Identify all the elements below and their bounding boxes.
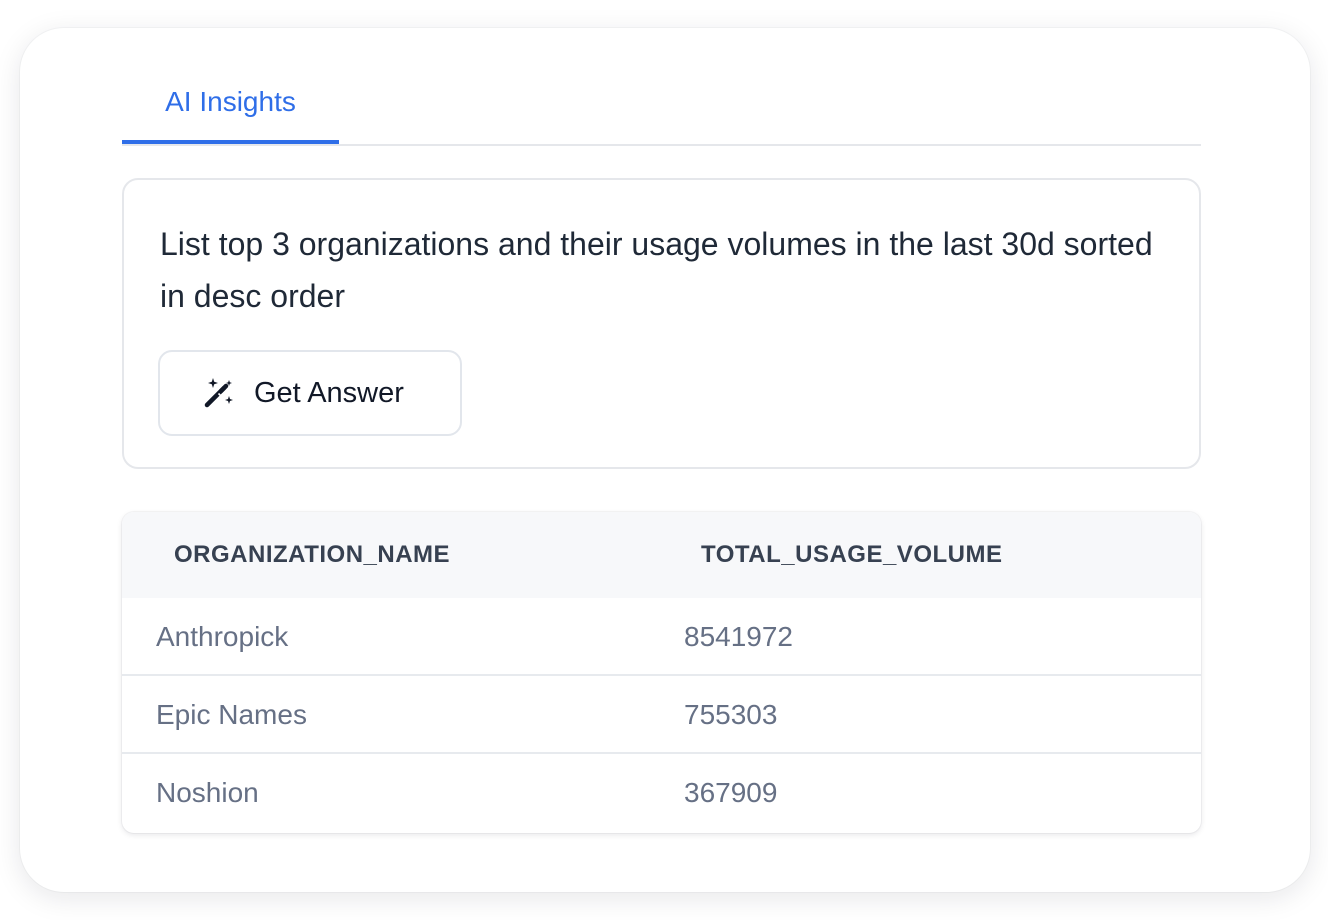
column-header-organization-name: ORGANIZATION_NAME (174, 541, 451, 568)
get-answer-label: Get Answer (254, 376, 404, 409)
tab-bar: AI Insights (122, 88, 1201, 146)
usage-volume-cell: 367909 (684, 777, 778, 808)
question-box: List top 3 organizations and their usage… (122, 178, 1201, 469)
results-table: ORGANIZATION_NAME TOTAL_USAGE_VOLUME Ant… (122, 512, 1201, 833)
get-answer-button[interactable]: Get Answer (158, 350, 462, 436)
organization-name-cell: Noshion (156, 777, 259, 808)
table-row: Epic Names 755303 (122, 676, 1201, 754)
question-text: List top 3 organizations and their usage… (160, 226, 1153, 314)
table-row: Noshion 367909 (122, 754, 1201, 832)
usage-volume-cell: 8541972 (684, 621, 794, 652)
table-header: ORGANIZATION_NAME TOTAL_USAGE_VOLUME (122, 512, 1201, 598)
column-header-total-usage-volume: TOTAL_USAGE_VOLUME (701, 541, 1003, 568)
ai-insights-panel: AI Insights List top 3 organizations and… (20, 28, 1310, 892)
organization-name-cell: Epic Names (156, 699, 307, 730)
usage-volume-cell: 755303 (684, 699, 778, 730)
tab-ai-insights[interactable]: AI Insights (122, 88, 339, 144)
tab-ai-insights-label: AI Insights (165, 86, 296, 117)
organization-name-cell: Anthropick (156, 621, 289, 652)
magic-wand-sparkles-icon (202, 376, 236, 410)
table-row: Anthropick 8541972 (122, 598, 1201, 676)
